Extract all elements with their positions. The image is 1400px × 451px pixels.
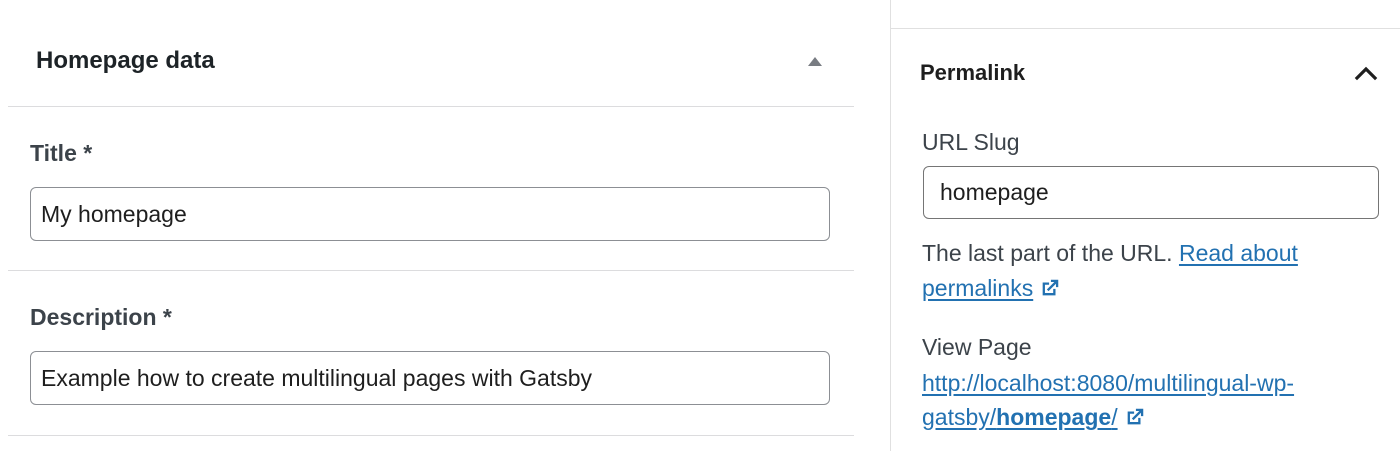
homepage-data-metabox: Homepage data Title * Description * [8, 0, 854, 451]
metabox-title: Homepage data [36, 47, 215, 74]
view-url-slug: homepage [996, 404, 1112, 430]
title-input[interactable] [30, 187, 830, 241]
triangle-up-icon[interactable] [805, 51, 825, 71]
description-field: Description * [8, 271, 854, 436]
title-label: Title * [30, 140, 93, 166]
view-page-link-container: http://localhost:8080/multilingual-wp-ga… [922, 366, 1382, 434]
chevron-up-icon[interactable] [1351, 58, 1381, 88]
description-input[interactable] [30, 351, 830, 405]
metabox-header[interactable]: Homepage data [8, 0, 854, 107]
description-label: Description * [30, 304, 172, 330]
title-field: Title * [8, 107, 854, 271]
view-page-link[interactable]: http://localhost:8080/multilingual-wp-ga… [922, 370, 1294, 430]
editor-page: Homepage data Title * Description * Perm… [0, 0, 1400, 451]
sidebar-divider [891, 28, 1400, 29]
help-text-static: The last part of the URL. [922, 240, 1173, 266]
help-link-part-2: permalinks [922, 275, 1034, 301]
help-link-part-1: Read about [1178, 240, 1298, 266]
view-url-end: / [1111, 404, 1118, 430]
url-slug-label: URL Slug [922, 129, 1020, 155]
permalink-help-text: The last part of the URL. Read about perm… [922, 236, 1382, 306]
view-page-label: View Page [922, 334, 1032, 360]
external-link-icon [1042, 279, 1059, 296]
external-link-icon [1127, 408, 1143, 425]
view-url-part-1: http://localhost:8080/multilingual-wp- [922, 370, 1295, 396]
permalink-panel-title[interactable]: Permalink [920, 58, 1025, 88]
settings-sidebar: Permalink URL Slug The last part of the … [890, 0, 1400, 451]
view-url-part-2: gatsby/ [922, 404, 997, 430]
url-slug-input[interactable] [923, 166, 1379, 219]
